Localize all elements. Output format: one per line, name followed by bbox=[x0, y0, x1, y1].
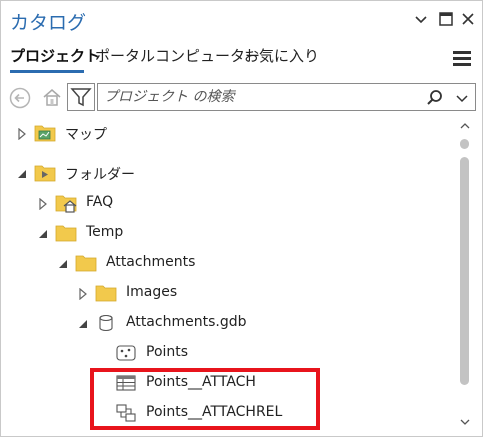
tab-portal[interactable]: ポータル bbox=[95, 45, 155, 66]
folder-icon bbox=[55, 225, 77, 242]
scroll-up-icon[interactable] bbox=[459, 121, 471, 131]
search-icon[interactable] bbox=[425, 88, 445, 108]
filter-button[interactable] bbox=[67, 83, 95, 111]
database-icon bbox=[99, 314, 113, 332]
tab-favorites[interactable]: お気に入り bbox=[244, 45, 319, 66]
tree-item-points[interactable]: Points bbox=[1, 339, 456, 367]
catalog-toolbar bbox=[1, 81, 482, 113]
maximize-icon[interactable] bbox=[437, 10, 455, 28]
point-feature-class-icon bbox=[116, 345, 136, 361]
filter-icon bbox=[70, 88, 92, 107]
collapse-arrow-icon[interactable] bbox=[37, 228, 49, 240]
expand-arrow-icon[interactable] bbox=[77, 288, 89, 300]
scroll-down-icon[interactable] bbox=[459, 417, 471, 427]
tree-item-label: Attachments.gdb bbox=[126, 314, 247, 330]
pane-title: カタログ bbox=[10, 12, 87, 34]
tree-item-gdb[interactable]: Attachments.gdb bbox=[1, 309, 456, 337]
title-bar: カタログ bbox=[1, 1, 482, 39]
tree-item-temp[interactable]: Temp bbox=[1, 219, 456, 247]
collapse-arrow-icon[interactable] bbox=[77, 318, 89, 330]
tab-project[interactable]: プロジェクト bbox=[10, 45, 100, 66]
folder-connection-icon bbox=[34, 165, 56, 182]
tree-item-label: FAQ bbox=[86, 194, 114, 210]
divider bbox=[1, 147, 456, 155]
chevron-down-icon[interactable] bbox=[412, 10, 430, 28]
hamburger-menu-icon[interactable] bbox=[451, 47, 473, 69]
back-arrow-icon[interactable] bbox=[9, 87, 31, 109]
tree-item-label: マップ bbox=[65, 127, 107, 143]
folder-icon bbox=[75, 255, 97, 272]
tree-item-label: Points bbox=[146, 344, 189, 360]
catalog-pane: カタログ プロジェクト ポータル コンピューター お気に入り プロジェクト の検… bbox=[0, 0, 483, 437]
collapse-arrow-icon[interactable] bbox=[57, 258, 69, 270]
home-icon[interactable] bbox=[41, 86, 63, 108]
tree-item-images[interactable]: Images bbox=[1, 279, 456, 307]
home-folder-icon bbox=[55, 195, 77, 213]
tab-bar: プロジェクト ポータル コンピューター お気に入り bbox=[1, 41, 482, 71]
chevron-down-icon[interactable] bbox=[453, 89, 471, 107]
tree-item-label: Images bbox=[126, 284, 178, 300]
scrollbar-thumb-segment[interactable] bbox=[460, 139, 469, 149]
collapse-arrow-icon[interactable] bbox=[16, 168, 28, 180]
tree-item-label: Attachments bbox=[106, 254, 196, 270]
folder-icon bbox=[95, 285, 117, 302]
map-folder-icon bbox=[34, 125, 56, 142]
search-box bbox=[97, 83, 476, 111]
active-tab-indicator bbox=[10, 70, 84, 73]
tree-item-maps[interactable]: マップ bbox=[1, 119, 456, 147]
tree-item-label: Temp bbox=[86, 224, 124, 240]
tree-item-folders[interactable]: フォルダー bbox=[1, 159, 456, 187]
highlight-box bbox=[90, 368, 320, 430]
close-icon[interactable] bbox=[459, 10, 477, 28]
vertical-scrollbar[interactable] bbox=[456, 117, 472, 435]
tree-item-attachments[interactable]: Attachments bbox=[1, 249, 456, 277]
tree-item-faq[interactable]: FAQ bbox=[1, 189, 456, 217]
tree-item-label: フォルダー bbox=[65, 167, 135, 183]
search-input[interactable] bbox=[104, 87, 404, 107]
scrollbar-thumb[interactable] bbox=[460, 157, 469, 385]
expand-arrow-icon[interactable] bbox=[16, 128, 28, 140]
expand-arrow-icon[interactable] bbox=[37, 198, 49, 210]
